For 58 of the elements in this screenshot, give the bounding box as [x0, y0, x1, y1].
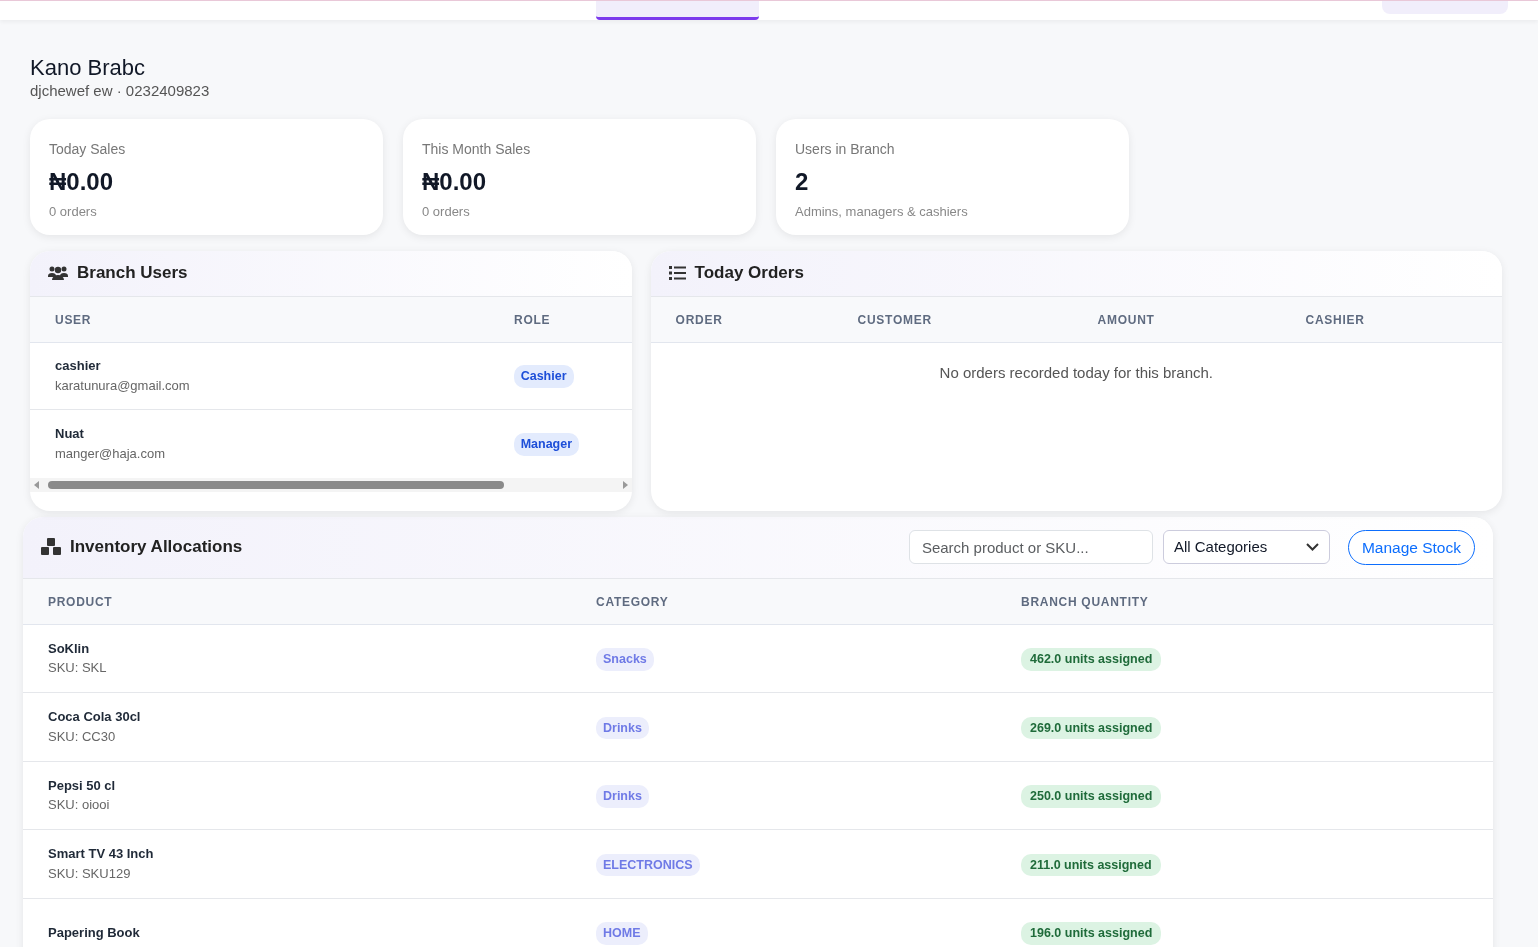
column-header: USER — [55, 313, 92, 328]
stat-note: 0 orders — [422, 202, 471, 221]
quantity-badge: 462.0 units assigned — [1021, 648, 1162, 671]
category-tag: Drinks — [596, 716, 649, 740]
horizontal-scrollbar[interactable] — [30, 477, 632, 492]
category-tag: ELECTRONICS — [596, 853, 700, 877]
column-header: ROLE — [514, 313, 551, 328]
product-sku: SKU: CC30 — [48, 727, 117, 746]
product-sku: SKU: SKL — [48, 659, 108, 678]
quantity-badge: 211.0 units assigned — [1021, 853, 1161, 877]
chevron-down-icon — [1305, 543, 1319, 552]
quantity-badge: 269.0 units assigned — [1021, 716, 1162, 740]
stat-value: ₦0.00 — [422, 166, 488, 197]
column-header: AMOUNT — [1097, 313, 1155, 328]
users-icon — [48, 265, 68, 282]
column-header: ORDER — [675, 313, 723, 328]
category-tag: HOME — [596, 922, 648, 945]
product-sku: SKU: SKU129 — [48, 864, 132, 883]
manage-stock-button[interactable]: Manage Stock — [1347, 529, 1475, 565]
stat-value: 2 — [795, 166, 810, 197]
product-name: Papering Book — [48, 923, 141, 942]
column-header: CUSTOMER — [857, 313, 932, 328]
user-name: Nuat — [55, 425, 85, 444]
product-name: Smart TV 43 Inch — [48, 845, 155, 864]
product-name: Pepsi 50 cl — [48, 776, 117, 795]
card-title: Inventory Allocations — [70, 536, 243, 559]
product-name: Coca Cola 30cl — [48, 708, 142, 727]
stat-note: 0 orders — [49, 202, 98, 221]
column-header: CATEGORY — [596, 595, 669, 610]
column-header: PRODUCT — [48, 595, 113, 610]
product-sku: SKU: oiooi — [48, 796, 111, 815]
column-header: CASHIER — [1305, 313, 1365, 328]
branch-details: djchewef ew · 0232409823 — [30, 81, 211, 102]
user-email: manger@haja.com — [55, 444, 167, 463]
product-name: SoKlin — [48, 639, 91, 658]
card-title: Branch Users — [77, 262, 188, 285]
card-title: Today Orders — [694, 262, 804, 285]
category-tag: Drinks — [596, 785, 649, 808]
stat-value: ₦0.00 — [49, 166, 115, 197]
category-dropdown[interactable]: All Categories — [1162, 530, 1330, 565]
user-name: cashier — [55, 357, 102, 376]
boxes-icon — [41, 538, 61, 557]
role-badge: Manager — [513, 433, 580, 457]
search-field[interactable]: Search product or SKU... — [908, 530, 1153, 565]
stat-label: Today Sales — [49, 139, 127, 159]
empty-message: No orders recorded today for this branch. — [939, 363, 1214, 381]
stat-label: This Month Sales — [422, 139, 532, 159]
quantity-badge: 196.0 units assigned — [1021, 922, 1162, 945]
quantity-badge: 250.0 units assigned — [1021, 785, 1162, 808]
list-icon — [668, 266, 686, 281]
stat-note: Admins, managers & cashiers — [795, 202, 969, 221]
role-badge: Cashier — [513, 365, 574, 389]
branch-name: Kano Brabc — [30, 56, 146, 81]
column-header: BRANCH QUANTITY — [1021, 595, 1149, 610]
category-tag: Snacks — [596, 648, 654, 671]
stat-label: Users in Branch — [795, 139, 896, 159]
user-email: karatunura@gmail.com — [55, 376, 191, 395]
active-tab-indicator[interactable] — [596, 1, 759, 20]
